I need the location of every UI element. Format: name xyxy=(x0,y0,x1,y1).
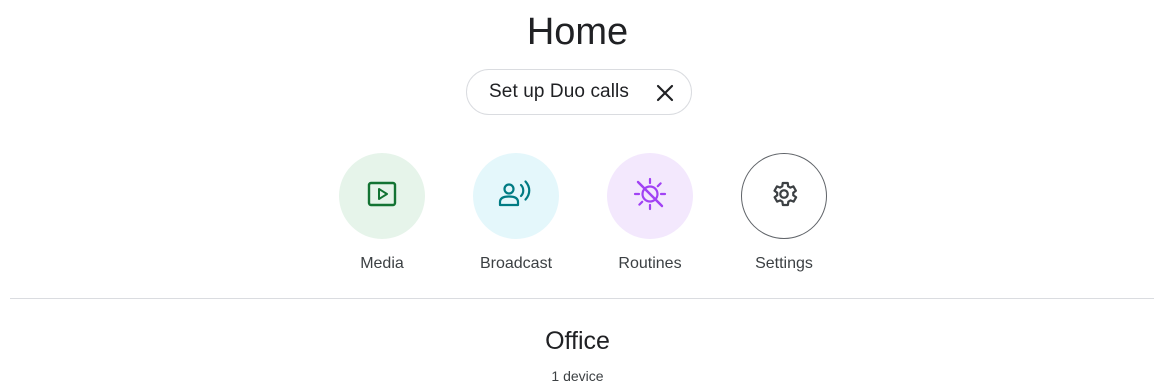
media-button[interactable]: Media xyxy=(327,153,437,273)
play-box-icon xyxy=(367,181,397,212)
routines-label: Routines xyxy=(618,255,682,272)
setup-duo-chip[interactable]: Set up Duo calls xyxy=(466,69,692,115)
routines-button[interactable]: Routines xyxy=(595,153,705,273)
media-icon-circle[interactable] xyxy=(339,153,425,239)
settings-icon-circle[interactable] xyxy=(741,153,827,239)
room-name[interactable]: Office xyxy=(0,325,1155,357)
gear-icon xyxy=(769,179,799,214)
close-icon[interactable] xyxy=(653,81,677,105)
settings-button[interactable]: Settings xyxy=(729,153,839,273)
room-device-count: 1 device xyxy=(551,368,604,384)
routines-icon-circle[interactable] xyxy=(607,153,693,239)
settings-label: Settings xyxy=(755,255,813,272)
chip-label: Set up Duo calls xyxy=(489,81,629,102)
broadcast-person-icon xyxy=(498,179,534,214)
page-title: Home xyxy=(526,11,629,53)
broadcast-button[interactable]: Broadcast xyxy=(461,153,571,273)
section-divider xyxy=(10,298,1154,299)
media-label: Media xyxy=(360,255,404,272)
sun-off-icon xyxy=(632,176,668,217)
broadcast-icon-circle[interactable] xyxy=(473,153,559,239)
broadcast-label: Broadcast xyxy=(479,255,553,272)
